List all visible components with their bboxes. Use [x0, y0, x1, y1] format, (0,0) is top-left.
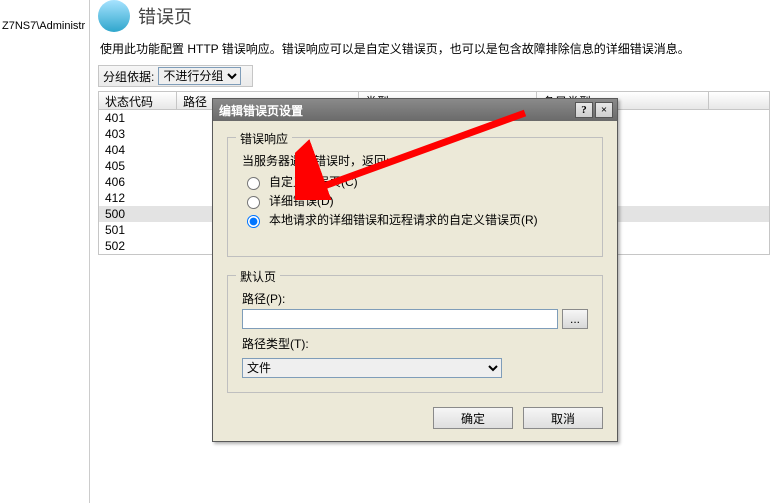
- error-response-group: 错误响应 当服务器遇到错误时，返回: 自定义错误页(C) 详细错误(D) 本地请…: [227, 137, 603, 257]
- cell-status: 501: [99, 222, 177, 238]
- path-label: 路径(P):: [242, 290, 602, 307]
- radio-local-label[interactable]: 本地请求的详细错误和远程请求的自定义错误页(R): [269, 213, 538, 227]
- cell-status: 500: [99, 206, 177, 222]
- error-pages-icon: [98, 0, 130, 32]
- cell-status: 403: [99, 126, 177, 142]
- group-by-select[interactable]: 不进行分组: [158, 67, 241, 85]
- error-response-intro: 当服务器遇到错误时，返回:: [242, 152, 602, 169]
- tree-node-user[interactable]: Z7NS7\Administr: [2, 20, 85, 32]
- path-type-label: 路径类型(T):: [242, 335, 602, 352]
- grouping-toolbar: 分组依据: 不进行分组: [98, 65, 253, 87]
- radio-detailed-label[interactable]: 详细错误(D): [269, 194, 334, 208]
- close-button[interactable]: ×: [595, 102, 613, 118]
- help-button[interactable]: ?: [575, 102, 593, 118]
- page-title: 错误页: [138, 3, 192, 29]
- dialog-title: 编辑错误页设置: [217, 102, 573, 119]
- default-page-legend: 默认页: [236, 268, 280, 285]
- radio-custom-error-pages[interactable]: [247, 177, 260, 190]
- cancel-button[interactable]: 取消: [523, 407, 603, 429]
- cell-status: 405: [99, 158, 177, 174]
- cell-status: 401: [99, 110, 177, 126]
- path-input[interactable]: [242, 309, 558, 329]
- error-response-legend: 错误响应: [236, 130, 292, 147]
- cell-status: 406: [99, 174, 177, 190]
- radio-detailed-errors[interactable]: [247, 196, 260, 209]
- dialog-titlebar[interactable]: 编辑错误页设置 ? ×: [213, 99, 617, 121]
- cell-status: 404: [99, 142, 177, 158]
- cell-status: 502: [99, 238, 177, 254]
- page-description: 使用此功能配置 HTTP 错误响应。错误响应可以是自定义错误页，也可以是包含故障…: [100, 40, 766, 57]
- tree-pane: Z7NS7\Administr: [0, 0, 90, 503]
- cell-status: 412: [99, 190, 177, 206]
- ok-button[interactable]: 确定: [433, 407, 513, 429]
- group-by-label: 分组依据:: [99, 68, 158, 85]
- radio-local-detailed-remote-custom[interactable]: [247, 215, 260, 228]
- default-page-group: 默认页 路径(P): ... 路径类型(T): 文件: [227, 275, 603, 393]
- browse-button[interactable]: ...: [562, 309, 588, 329]
- edit-error-page-settings-dialog: 编辑错误页设置 ? × 错误响应 当服务器遇到错误时，返回: 自定义错误页(C)…: [212, 98, 618, 442]
- path-type-select[interactable]: 文件: [242, 358, 502, 378]
- col-status[interactable]: 状态代码: [99, 92, 177, 109]
- radio-custom-label[interactable]: 自定义错误页(C): [269, 175, 358, 189]
